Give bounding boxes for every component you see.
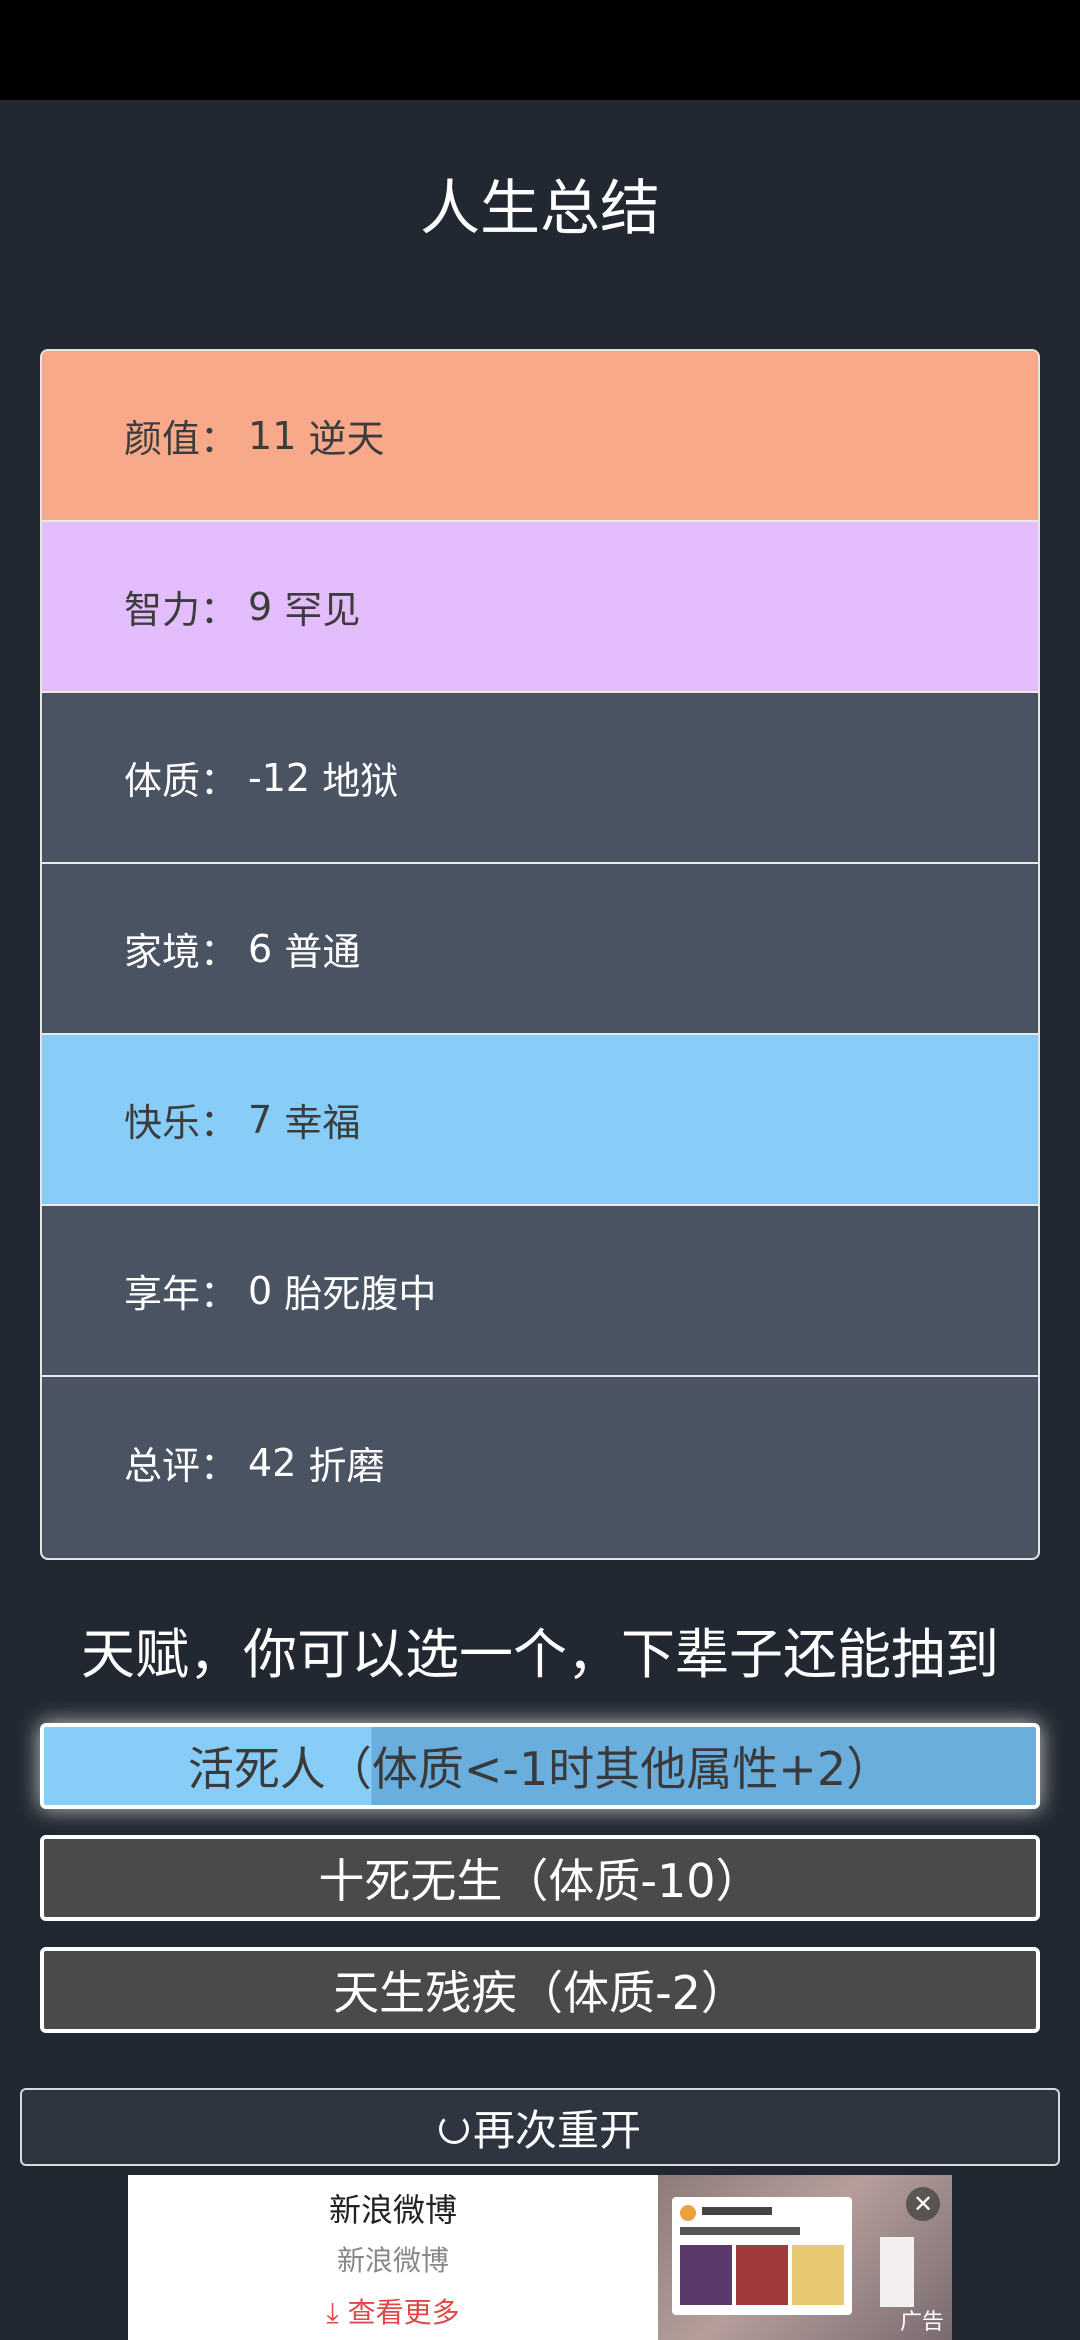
ad-side-panel bbox=[880, 2237, 914, 2307]
summary-row-happiness: 快乐： 7 幸福 bbox=[42, 1035, 1038, 1206]
summary-row-intelligence: 智力： 9 罕见 bbox=[42, 522, 1038, 693]
close-icon[interactable]: ✕ bbox=[906, 2187, 940, 2221]
talent-title: 天赋，你可以选一个，下辈子还能抽到 bbox=[81, 1623, 999, 1686]
ad-tag: 广告 bbox=[899, 2310, 944, 2335]
summary-row-physique: 体质： -12 地狱 bbox=[42, 693, 1038, 864]
ad-text-area[interactable]: 新浪微博 新浪微博 ⤓ 查看更多 bbox=[128, 2175, 658, 2340]
summary-label: 体质 bbox=[124, 759, 201, 803]
food-image bbox=[792, 2245, 844, 2305]
summary-grade: 胎死腹中 bbox=[284, 1272, 437, 1316]
summary-value: 0 bbox=[248, 1268, 273, 1313]
page-title: 人生总结 bbox=[420, 174, 660, 244]
talent-option-2[interactable]: 十死无生（体质-10） bbox=[40, 1835, 1040, 1921]
restart-button[interactable]: 再次重开 bbox=[20, 2088, 1060, 2166]
status-bar bbox=[0, 0, 1080, 100]
summary-label: 总评 bbox=[124, 1444, 201, 1488]
ad-brand: 新浪微博 bbox=[328, 2191, 457, 2229]
life-summary-panel: 颜值： 11 逆天 智力： 9 罕见 体质： -12 地狱 家境： 6 普通 快… bbox=[40, 349, 1040, 1560]
summary-label: 家境 bbox=[124, 930, 201, 974]
summary-row-lifespan: 享年： 0 胎死腹中 bbox=[42, 1206, 1038, 1377]
summary-value: 42 bbox=[248, 1440, 297, 1485]
ad-more-link[interactable]: ⤓ 查看更多 bbox=[326, 2291, 459, 2331]
summary-label: 颜值 bbox=[124, 417, 201, 461]
summary-value: 6 bbox=[248, 926, 273, 971]
summary-grade: 普通 bbox=[284, 930, 361, 974]
ad-banner[interactable]: 新浪微博 新浪微博 ⤓ 查看更多 ✕ 广告 bbox=[128, 2175, 952, 2340]
summary-value: 9 bbox=[248, 584, 273, 629]
summary-value: 7 bbox=[248, 1097, 273, 1142]
summary-grade: 折磨 bbox=[308, 1444, 385, 1488]
restart-label: 再次重开 bbox=[472, 2105, 641, 2155]
summary-label: 快乐 bbox=[124, 1101, 201, 1145]
summary-grade: 逆天 bbox=[308, 417, 385, 461]
talent-option-3[interactable]: 天生残疾（体质-2） bbox=[40, 1947, 1040, 2033]
summary-value: 11 bbox=[248, 413, 297, 458]
ad-preview-card bbox=[672, 2197, 852, 2315]
summary-grade: 幸福 bbox=[284, 1101, 361, 1145]
summary-value: -12 bbox=[248, 755, 311, 800]
talent-option-1[interactable]: 活死人（体质<-1时其他属性+2） bbox=[40, 1723, 1040, 1809]
food-image bbox=[736, 2245, 788, 2305]
refresh-icon bbox=[438, 2114, 469, 2144]
ad-subtitle: 新浪微博 bbox=[336, 2244, 449, 2277]
summary-grade: 地狱 bbox=[322, 759, 399, 803]
summary-row-overall: 总评： 42 折磨 bbox=[42, 1377, 1038, 1548]
ad-image[interactable]: ✕ 广告 bbox=[658, 2175, 952, 2340]
food-image bbox=[680, 2245, 732, 2305]
summary-label: 享年 bbox=[124, 1272, 201, 1316]
summary-grade: 罕见 bbox=[284, 588, 361, 632]
avatar bbox=[680, 2205, 696, 2221]
summary-row-family: 家境： 6 普通 bbox=[42, 864, 1038, 1035]
summary-row-appearance: 颜值： 11 逆天 bbox=[42, 351, 1038, 522]
summary-label: 智力 bbox=[124, 588, 201, 632]
